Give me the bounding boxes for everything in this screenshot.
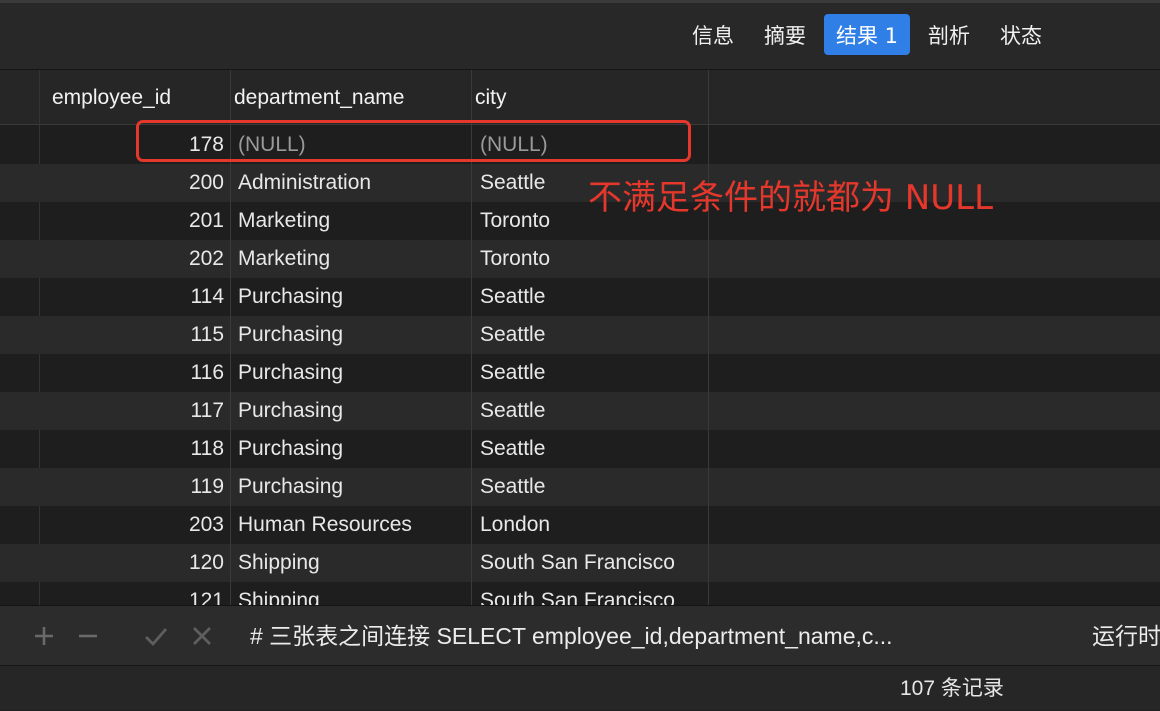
tab-profile[interactable]: 剖析 xyxy=(916,14,982,55)
cell-employee-id[interactable]: 119 xyxy=(40,468,224,506)
cell-department-name[interactable]: Administration xyxy=(238,164,468,202)
sql-preview[interactable]: # 三张表之间连接 SELECT employee_id,department_… xyxy=(250,606,893,666)
column-header-city[interactable]: city xyxy=(463,70,708,125)
cell-employee-id[interactable]: 201 xyxy=(40,202,224,240)
cell-city[interactable]: Seattle xyxy=(480,468,706,506)
tab-summary[interactable]: 摘要 xyxy=(752,14,818,55)
sql-toolbar: # 三张表之间连接 SELECT employee_id,department_… xyxy=(0,605,1160,665)
cell-employee-id[interactable]: 120 xyxy=(40,544,224,582)
tab-status[interactable]: 状态 xyxy=(988,14,1054,55)
cell-city[interactable]: Seattle xyxy=(480,316,706,354)
table-row[interactable]: 202 Marketing Toronto xyxy=(0,240,1160,278)
column-header-department-name[interactable]: department_name xyxy=(222,70,470,125)
cell-department-name[interactable]: Human Resources xyxy=(238,506,468,544)
cell-department-name[interactable]: Purchasing xyxy=(238,316,468,354)
grid-header: employee_id department_name city xyxy=(0,70,1160,125)
cell-city[interactable]: South San Francisco xyxy=(480,544,706,582)
result-tabs: 信息 摘要 结果 1 剖析 状态 xyxy=(680,14,1060,55)
cell-city[interactable]: Seattle xyxy=(480,430,706,468)
cell-city[interactable]: Seattle xyxy=(480,278,706,316)
status-bar: 107 条记录 xyxy=(0,665,1160,710)
table-row[interactable]: 116 Purchasing Seattle xyxy=(0,354,1160,392)
column-header-employee-id[interactable]: employee_id xyxy=(40,70,230,125)
cell-city[interactable]: Seattle xyxy=(480,392,706,430)
cell-employee-id[interactable]: 114 xyxy=(40,278,224,316)
cell-department-name[interactable]: Purchasing xyxy=(238,468,468,506)
cell-city[interactable]: South San Francisco xyxy=(480,582,706,605)
highlight-box xyxy=(136,120,691,162)
window-edge xyxy=(0,0,1160,3)
cell-department-name[interactable]: Shipping xyxy=(238,544,468,582)
record-count: 107 条记录 xyxy=(900,677,1004,700)
cell-employee-id[interactable]: 118 xyxy=(40,430,224,468)
cell-department-name[interactable]: Purchasing xyxy=(238,278,468,316)
cell-employee-id[interactable]: 117 xyxy=(40,392,224,430)
table-row[interactable]: 119 Purchasing Seattle xyxy=(0,468,1160,506)
plus-icon[interactable] xyxy=(30,618,58,654)
cell-department-name[interactable]: Purchasing xyxy=(238,430,468,468)
cell-department-name[interactable]: Shipping xyxy=(238,582,468,605)
table-row[interactable]: 114 Purchasing Seattle xyxy=(0,278,1160,316)
minus-icon[interactable] xyxy=(74,618,102,654)
cell-city[interactable]: Toronto xyxy=(480,240,706,278)
cell-department-name[interactable]: Marketing xyxy=(238,240,468,278)
cell-employee-id[interactable]: 202 xyxy=(40,240,224,278)
results-toolbar: 信息 摘要 结果 1 剖析 状态 xyxy=(0,0,1160,70)
cell-employee-id[interactable]: 121 xyxy=(40,582,224,605)
cross-icon[interactable] xyxy=(188,618,216,654)
tab-info[interactable]: 信息 xyxy=(680,14,746,55)
cell-employee-id[interactable]: 203 xyxy=(40,506,224,544)
annotation-note: 不满足条件的就都为 NULL xyxy=(588,178,994,218)
table-row[interactable]: 121 Shipping South San Francisco xyxy=(0,582,1160,605)
check-icon[interactable] xyxy=(142,618,170,654)
table-row[interactable]: 118 Purchasing Seattle xyxy=(0,430,1160,468)
cell-employee-id[interactable]: 200 xyxy=(40,164,224,202)
cell-department-name[interactable]: Purchasing xyxy=(238,354,468,392)
tab-result-1[interactable]: 结果 1 xyxy=(824,14,911,55)
cell-city[interactable]: London xyxy=(480,506,706,544)
cell-department-name[interactable]: Marketing xyxy=(238,202,468,240)
table-row[interactable]: 117 Purchasing Seattle xyxy=(0,392,1160,430)
table-row[interactable]: 115 Purchasing Seattle xyxy=(0,316,1160,354)
cell-employee-id[interactable]: 116 xyxy=(40,354,224,392)
table-row[interactable]: 203 Human Resources London xyxy=(0,506,1160,544)
cell-department-name[interactable]: Purchasing xyxy=(238,392,468,430)
cell-employee-id[interactable]: 115 xyxy=(40,316,224,354)
table-row[interactable]: 120 Shipping South San Francisco xyxy=(0,544,1160,582)
column-line xyxy=(708,70,709,605)
run-time-label: 运行时 xyxy=(1092,623,1160,649)
cell-city[interactable]: Seattle xyxy=(480,354,706,392)
